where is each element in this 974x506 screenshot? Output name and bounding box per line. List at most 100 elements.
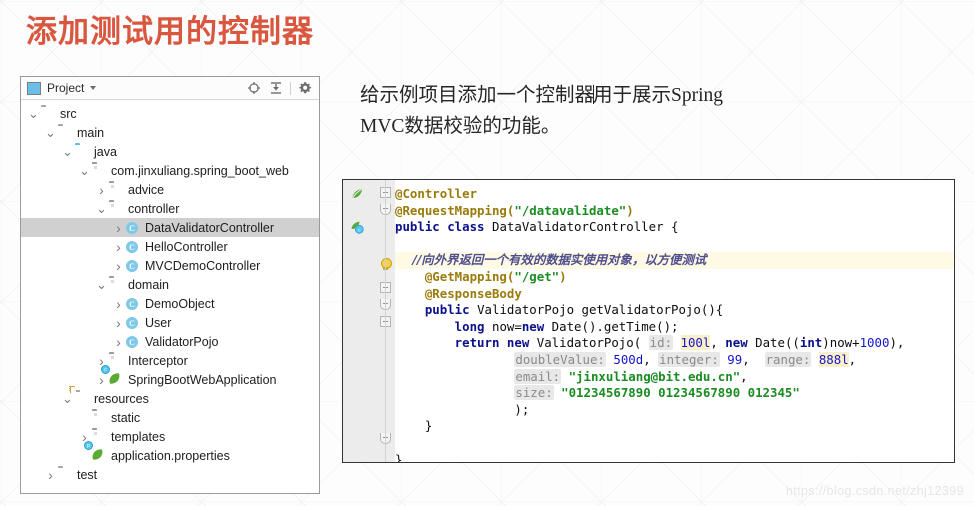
code-token-hint: email:: [514, 368, 562, 384]
chevron-down-icon[interactable]: ⌄: [27, 107, 40, 120]
project-tree[interactable]: ⌄ src ⌄ main ⌄ java ⌄ com.jinxuliang.spring_boo…: [21, 100, 319, 484]
fold-marker[interactable]: [380, 187, 391, 198]
chevron-right-icon[interactable]: ›: [112, 296, 125, 312]
tree-item-datavalidatorcontroller[interactable]: › C DataValidatorController: [21, 218, 319, 237]
code-line[interactable]: return new ValidatorPojo( id: 100l, new …: [395, 335, 954, 352]
package-icon: [109, 202, 124, 215]
code-token-str: "/get": [514, 268, 560, 284]
code-token-hint: integer:: [658, 351, 720, 367]
tree-item-com-jinxuliang-spring-boot-web[interactable]: ⌄ com.jinxuliang.spring_boot_web: [21, 161, 319, 180]
tree-item-mvcdemocontroller[interactable]: › C MVCDemoController: [21, 256, 319, 275]
tree-item-templates[interactable]: › templates: [21, 427, 319, 446]
code-line[interactable]: email: "jinxuliang@bit.edu.cn",: [395, 368, 954, 386]
chevron-right-icon[interactable]: ›: [112, 258, 125, 274]
collapse-all-icon[interactable]: [267, 80, 284, 97]
chevron-down-icon[interactable]: ⌄: [61, 145, 74, 158]
chevron-right-icon[interactable]: ›: [112, 220, 125, 236]
package-icon: [92, 164, 107, 177]
code-line[interactable]: doubleValue: 500d, integer: 99, range: 8…: [395, 351, 954, 369]
folder-icon: [58, 468, 73, 481]
chevron-down-icon[interactable]: ⌄: [78, 164, 91, 177]
tree-item-src[interactable]: ⌄ src: [21, 104, 319, 123]
tree-item-resources[interactable]: ⌄ resources: [21, 385, 319, 408]
package-icon: [92, 411, 107, 424]
spring-bean-icon[interactable]: c: [350, 219, 364, 234]
page-title: 添加测试用的控制器: [26, 14, 314, 49]
tree-item-domain[interactable]: ⌄ domain: [21, 275, 319, 294]
code-line[interactable]: }: [395, 418, 954, 435]
code-line[interactable]: size: "01234567890 01234567890 012345": [395, 385, 954, 402]
code-token-kw: public class: [395, 219, 492, 235]
fold-marker[interactable]: [380, 204, 391, 215]
tree-item-label: Interceptor: [128, 353, 188, 368]
code-line[interactable]: @Controller: [395, 186, 954, 203]
intention-bulb-icon[interactable]: [380, 258, 392, 270]
tree-item-label: com.jinxuliang.spring_boot_web: [111, 163, 289, 178]
code-token-plain: ,: [740, 368, 748, 384]
fold-marker[interactable]: [380, 316, 391, 327]
code-token-kw: public: [395, 302, 478, 318]
tree-item-demoobject[interactable]: › C DemoObject: [21, 294, 319, 313]
code-line[interactable]: );: [395, 402, 954, 419]
tree-item-validatorpojo[interactable]: › C ValidatorPojo: [21, 332, 319, 351]
code-token-ann: @ResponseBody: [395, 285, 522, 301]
fold-marker[interactable]: [380, 299, 391, 310]
code-token-plain: }: [395, 418, 433, 434]
fold-marker[interactable]: [380, 433, 391, 444]
chevron-down-icon[interactable]: ⌄: [61, 392, 74, 405]
chevron-right-icon[interactable]: ›: [112, 239, 125, 255]
code-token-plain: DataValidatorController {: [491, 219, 679, 235]
tree-item-controller[interactable]: ⌄ controller: [21, 199, 319, 218]
tree-item-application-properties[interactable]: p application.properties: [21, 441, 319, 465]
tree-item-java[interactable]: ⌄ java: [21, 142, 319, 161]
chevron-right-icon[interactable]: ›: [44, 467, 57, 483]
chevron-down-icon[interactable]: ⌄: [95, 278, 108, 291]
code-line[interactable]: //向外界返回一个有效的数据实使用对象，以方便测试: [395, 252, 954, 269]
tree-item-main[interactable]: ⌄ main: [21, 123, 319, 142]
code-token-plain: )now+: [822, 335, 860, 351]
chevron-right-icon[interactable]: ›: [95, 182, 108, 198]
tree-item-label: controller: [128, 201, 180, 216]
tree-item-springbootwebapplication[interactable]: › c SpringBootWebApplication: [21, 365, 319, 389]
tree-item-label: java: [94, 144, 117, 159]
code-token-kw: new: [521, 318, 552, 334]
code-line[interactable]: }: [395, 451, 954, 463]
code-line[interactable]: long now=new Date().getTime();: [395, 319, 954, 336]
settings-gear-icon[interactable]: [296, 80, 313, 97]
tree-item-interceptor[interactable]: › Interceptor: [21, 351, 319, 370]
code-token-str: "01234567890 01234567890 012345": [561, 385, 800, 401]
watermark: https://blog.csdn.net/zhj12399: [785, 484, 964, 498]
code-line[interactable]: [395, 435, 954, 452]
tree-item-advice[interactable]: › advice: [21, 180, 319, 199]
code-line[interactable]: public class DataValidatorController {: [395, 219, 954, 236]
code-line[interactable]: @RequestMapping("/datavalidate"): [395, 203, 954, 220]
tree-item-hellocontroller[interactable]: › C HelloController: [21, 237, 319, 256]
java-class-icon: C: [126, 316, 141, 329]
chevron-right-icon[interactable]: ›: [112, 315, 125, 331]
tree-item-user[interactable]: › C User: [21, 313, 319, 332]
tree-item-static[interactable]: static: [21, 408, 319, 427]
code-text-area[interactable]: @Controller @RequestMapping("/datavalidat…: [395, 180, 954, 462]
chevron-down-icon[interactable]: ⌄: [95, 202, 108, 215]
code-line[interactable]: [395, 236, 954, 253]
tree-item-label: application.properties: [111, 448, 230, 463]
code-line[interactable]: @GetMapping("/get"): [395, 269, 954, 286]
tree-item-label: HelloController: [145, 239, 228, 254]
spring-leaf-icon[interactable]: [350, 186, 364, 200]
code-token-numhl: 888l: [818, 351, 849, 367]
fold-marker[interactable]: [380, 282, 391, 293]
tree-item-test[interactable]: › test: [21, 465, 319, 484]
chevron-down-icon[interactable]: [90, 86, 97, 90]
chevron-right-icon[interactable]: ›: [112, 334, 125, 350]
code-line[interactable]: public ValidatorPojo getValidatorPojo(){: [395, 302, 954, 319]
editor-fold-column[interactable]: [376, 180, 395, 462]
code-token-plain: }: [395, 451, 403, 463]
chevron-down-icon[interactable]: ⌄: [44, 126, 57, 139]
locate-icon[interactable]: [245, 80, 262, 97]
java-class-icon: C: [126, 259, 141, 272]
code-line[interactable]: @ResponseBody: [395, 286, 954, 303]
tree-item-label: test: [77, 467, 98, 482]
folder-icon: [41, 107, 56, 120]
